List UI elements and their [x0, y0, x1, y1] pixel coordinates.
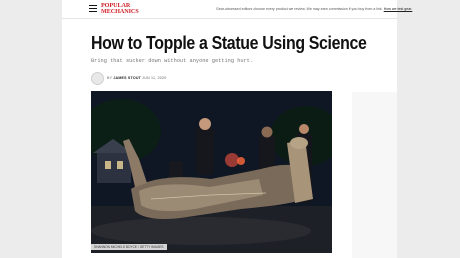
- site-logo[interactable]: POPULAR MECHANICS: [101, 3, 139, 14]
- right-sidebar: [352, 92, 397, 258]
- article-dek: Bring that sucker down without anyone ge…: [91, 58, 254, 64]
- article-page: POPULAR MECHANICS Gear-obsessed editors …: [62, 0, 412, 258]
- article-headline: How to Topple a Statue Using Science: [91, 32, 367, 53]
- publish-date: JUN 11, 2020: [142, 76, 167, 80]
- hero-photo: [91, 91, 332, 253]
- top-nav-bar: POPULAR MECHANICS Gear-obsessed editors …: [62, 0, 412, 19]
- disclaimer-text: Gear-obsessed editors choose every produ…: [216, 7, 383, 11]
- author-name-link[interactable]: JAMES STOUT: [113, 76, 141, 80]
- author-avatar[interactable]: [91, 72, 104, 85]
- hamburger-menu-icon[interactable]: [89, 5, 97, 12]
- byline-prefix: BY: [107, 76, 113, 80]
- photo-credit: SHANNON MICHELS BOYCE / GETTY IMAGES: [91, 244, 167, 250]
- toppled-statue-photo: [91, 91, 332, 253]
- how-we-test-link[interactable]: How we test gear.: [384, 7, 413, 11]
- affiliate-disclaimer: Gear-obsessed editors choose every produ…: [216, 7, 412, 11]
- byline: BY JAMES STOUT JUN 11, 2020: [107, 76, 166, 80]
